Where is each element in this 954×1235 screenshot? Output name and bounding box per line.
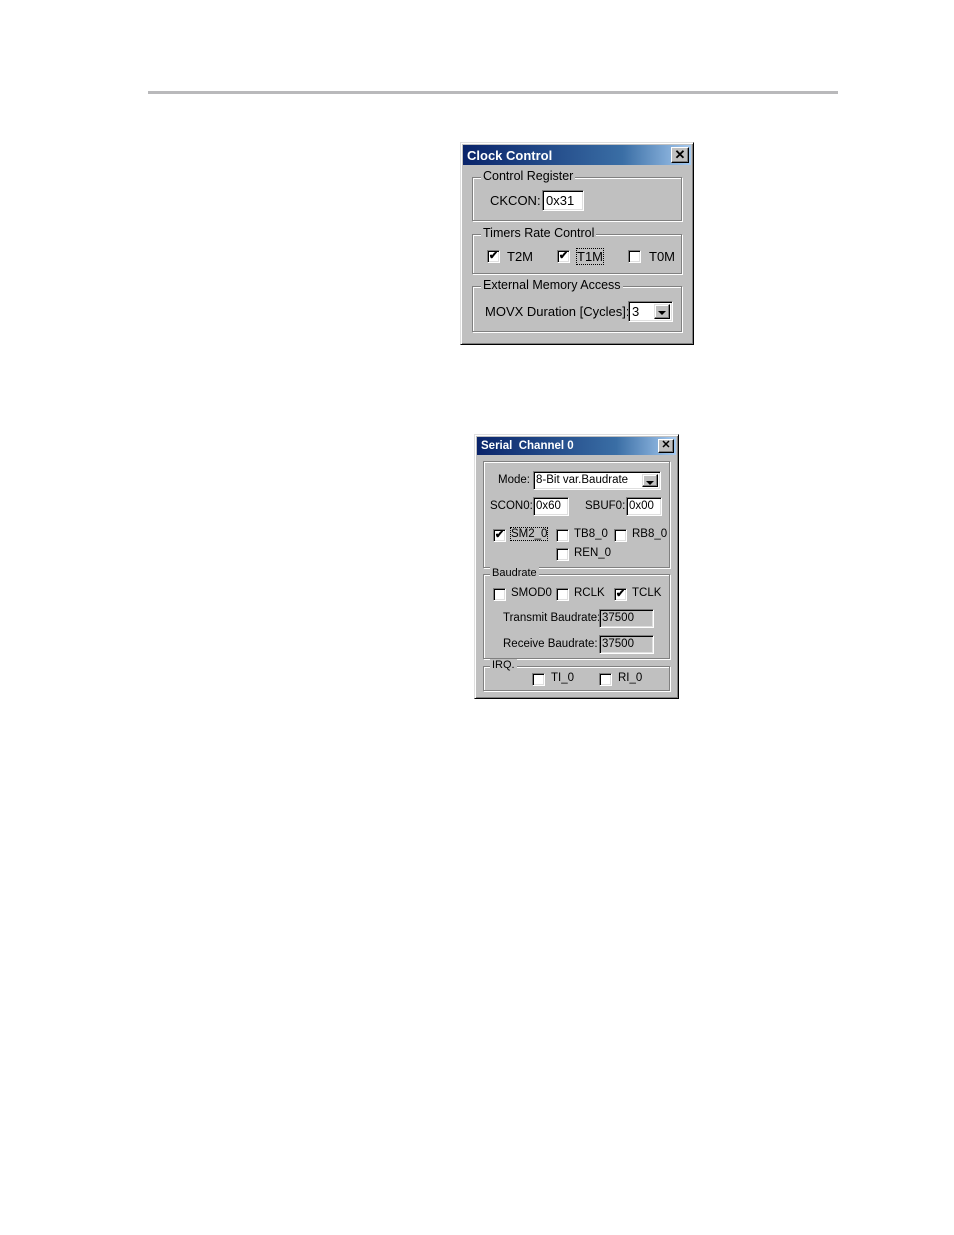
receive-baudrate-field: 37500 [599,635,654,654]
mode-select[interactable]: 8-Bit var.Baudrate [533,471,661,490]
ri-0-label[interactable]: RI_0 [618,672,642,684]
rb8-0-label[interactable]: RB8_0 [632,528,667,540]
control-register-group: Control Register CKCON: 0x31 [472,169,682,221]
rclk-checkbox[interactable] [556,588,569,601]
group-label: Control Register [481,169,576,183]
t1m-label[interactable]: T1M [576,248,604,265]
serial-mode-group: Mode: 8-Bit var.Baudrate SCON0: 0x60 SBU… [483,461,670,568]
group-label: Baudrate [490,567,539,579]
tclk-label[interactable]: TCLK [632,587,661,599]
ren-0-checkbox[interactable] [556,548,569,561]
transmit-baudrate-field: 37500 [599,609,654,628]
t2m-label[interactable]: T2M [507,249,533,264]
t2m-checkbox[interactable]: ✔ [487,250,500,263]
group-label: Timers Rate Control [481,226,597,240]
dialog-title: Clock Control [467,147,553,163]
rclk-label[interactable]: RCLK [574,587,605,599]
ckcon-input[interactable]: 0x31 [542,190,584,211]
mode-value: 8-Bit var.Baudrate [536,474,629,486]
sm2-0-checkbox[interactable]: ✔ [493,529,506,542]
tb8-0-checkbox[interactable] [556,529,569,542]
dialog-title: Serial Channel 0 [481,440,574,452]
title-bar[interactable]: Clock Control ✕ [463,145,691,165]
rb8-0-checkbox[interactable] [614,529,627,542]
title-bar[interactable]: Serial Channel 0 ✕ [477,437,676,455]
timers-rate-control-group: Timers Rate Control ✔ T2M ✔ T1M T0M [472,226,682,274]
sbuf0-label: SBUF0: [585,500,626,512]
transmit-baudrate-label: Transmit Baudrate: [503,612,601,624]
clock-control-dialog: Clock Control ✕ Control Register CKCON: … [460,142,694,345]
scon0-input[interactable]: 0x60 [533,497,569,516]
smod0-checkbox[interactable] [493,588,506,601]
sbuf0-input[interactable]: 0x00 [626,497,662,516]
group-label: External Memory Access [481,278,623,292]
close-icon: ✕ [674,147,686,162]
movx-duration-value: 3 [632,304,640,319]
movx-duration-select[interactable]: 3 [628,301,673,322]
close-button[interactable]: ✕ [658,439,674,453]
ti-0-checkbox[interactable] [532,673,545,686]
ckcon-label: CKCON: [490,193,541,208]
irq-group: IRQ. TI_0 RI_0 [483,659,670,691]
movx-duration-label: MOVX Duration [Cycles]: [485,304,630,319]
t1m-checkbox[interactable]: ✔ [557,250,570,263]
smod0-label[interactable]: SMOD0 [511,587,552,599]
ti-0-label[interactable]: TI_0 [551,672,574,684]
group-label: IRQ. [490,659,517,671]
chevron-down-icon[interactable] [654,304,670,319]
t0m-label[interactable]: T0M [649,249,675,264]
chevron-down-icon[interactable] [642,474,658,487]
header-rule [148,91,838,94]
external-memory-access-group: External Memory Access MOVX Duration [Cy… [472,278,682,332]
ren-0-label[interactable]: REN_0 [574,547,611,559]
serial-channel-dialog: Serial Channel 0 ✕ Mode: 8-Bit var.Baudr… [474,434,679,699]
ri-0-checkbox[interactable] [599,673,612,686]
mode-label: Mode: [498,474,530,486]
scon0-label: SCON0: [490,500,533,512]
close-icon: ✕ [661,439,671,451]
t0m-checkbox[interactable] [628,250,641,263]
baudrate-group: Baudrate SMOD0 RCLK ✔ TCLK Transmit Baud… [483,567,670,659]
sm2-0-label[interactable]: SM2_0 [509,527,549,541]
tclk-checkbox[interactable]: ✔ [614,588,627,601]
close-button[interactable]: ✕ [671,147,689,163]
receive-baudrate-label: Receive Baudrate: [503,638,598,650]
tb8-0-label[interactable]: TB8_0 [574,528,608,540]
